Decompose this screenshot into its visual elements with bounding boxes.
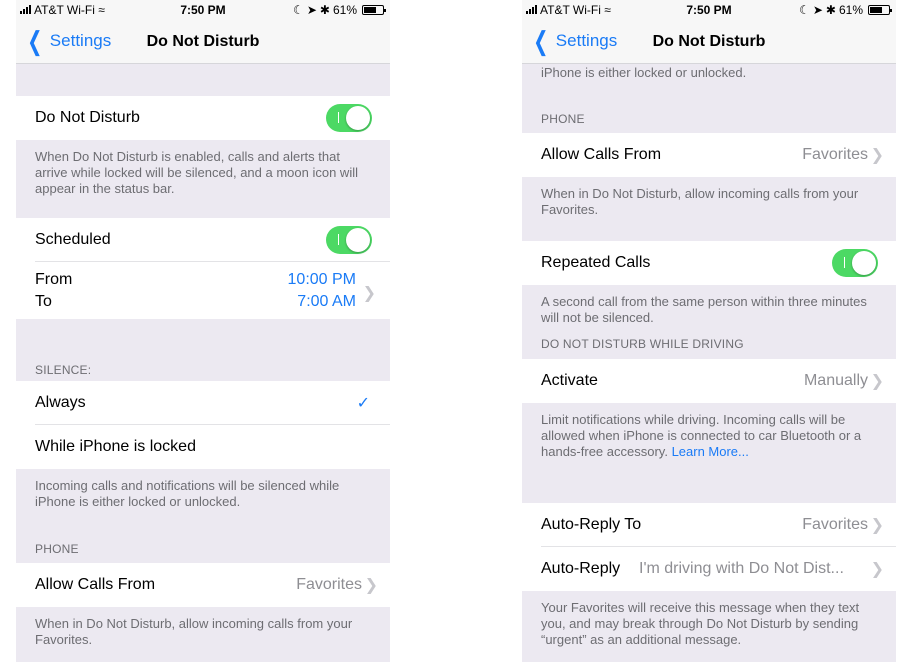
silence-header: SILENCE: — [16, 319, 390, 381]
allow-calls-footer: When in Do Not Disturb, allow incoming c… — [16, 607, 390, 662]
toggle-knob — [346, 228, 370, 252]
section-spacer — [16, 65, 390, 96]
status-right: ☾ ➤ ✱ 61% — [799, 3, 892, 17]
to-label: To — [35, 293, 52, 310]
location-icon: ➤ — [812, 3, 823, 17]
learn-more-link[interactable]: Learn More... — [672, 444, 749, 459]
battery-icon — [868, 5, 892, 15]
navigation-bar: ❮ Settings Do Not Disturb — [16, 20, 390, 64]
settings-list[interactable]: iPhone is either locked or unlocked. PHO… — [522, 65, 896, 662]
repeated-calls-row: Repeated Calls — [522, 241, 896, 285]
settings-list[interactable]: Do Not Disturb When Do Not Disturb is en… — [16, 65, 390, 662]
status-bar: AT&T Wi-Fi ≈ 7:50 PM ☾ ➤ ✱ 61% — [16, 0, 390, 20]
battery-percent: 61% — [332, 3, 357, 17]
toggle-knob — [852, 251, 876, 275]
silence-option-label: Always — [35, 394, 86, 411]
to-value: 7:00 AM — [297, 293, 356, 310]
page-title: Do Not Disturb — [652, 33, 766, 50]
auto-reply-message: I'm driving with Do Not Dist... — [639, 560, 844, 577]
allow-calls-from-label: Allow Calls From — [35, 576, 156, 593]
from-label: From — [35, 271, 73, 288]
status-right: ☾ ➤ ✱ 61% — [293, 3, 386, 17]
auto-reply-label: Auto-Reply — [541, 560, 621, 577]
status-bar: AT&T Wi-Fi ≈ 7:50 PM ☾ ➤ ✱ 61% — [522, 0, 896, 20]
do-not-disturb-footer: When Do Not Disturb is enabled, calls an… — [16, 140, 390, 218]
auto-reply-row[interactable]: Auto-Reply I'm driving with Do Not Dist.… — [522, 547, 896, 591]
silence-option-always[interactable]: Always ✓ — [16, 381, 390, 425]
chevron-right-icon: ❯ — [870, 373, 884, 390]
scheduled-row: Scheduled — [16, 218, 390, 262]
toggle-on-mark — [844, 257, 845, 268]
battery-percent: 61% — [838, 3, 863, 17]
allow-calls-from-row[interactable]: Allow Calls From Favorites ❯ — [16, 563, 390, 607]
from-value: 10:00 PM — [287, 271, 356, 288]
driving-footer: Limit notifications while driving. Incom… — [522, 403, 896, 503]
allow-calls-from-row[interactable]: Allow Calls From Favorites ❯ — [522, 133, 896, 177]
schedule-time-row[interactable]: From To 10:00 PM 7:00 AM ❯ — [16, 262, 390, 319]
checkmark-icon: ✓ — [356, 395, 370, 412]
chevron-right-icon: ❯ — [364, 577, 378, 594]
battery-icon — [362, 5, 386, 15]
silence-option-locked[interactable]: While iPhone is locked — [16, 425, 390, 469]
do-not-disturb-toggle[interactable] — [326, 104, 372, 132]
bluetooth-icon: ✱ — [825, 3, 836, 17]
do-not-disturb-label: Do Not Disturb — [35, 109, 140, 126]
repeated-calls-toggle[interactable] — [832, 249, 878, 277]
activate-label: Activate — [541, 372, 598, 389]
allow-calls-from-label: Allow Calls From — [541, 146, 662, 163]
allow-calls-footer: When in Do Not Disturb, allow incoming c… — [522, 177, 896, 241]
repeated-calls-label: Repeated Calls — [541, 254, 651, 271]
location-icon: ➤ — [306, 3, 317, 17]
right-screen: AT&T Wi-Fi ≈ 7:50 PM ☾ ➤ ✱ 61% ❮ Setting… — [522, 0, 896, 662]
moon-icon: ☾ — [293, 3, 304, 17]
bluetooth-icon: ✱ — [319, 3, 330, 17]
auto-reply-to-row[interactable]: Auto-Reply To Favorites ❯ — [522, 503, 896, 547]
moon-icon: ☾ — [799, 3, 810, 17]
navigation-bar: ❮ Settings Do Not Disturb — [522, 20, 896, 64]
phone-header: PHONE — [16, 529, 390, 563]
chevron-right-icon: ❯ — [870, 147, 884, 164]
auto-reply-to-label: Auto-Reply To — [541, 516, 642, 533]
silence-option-label: While iPhone is locked — [35, 438, 196, 455]
scheduled-label: Scheduled — [35, 231, 111, 248]
allow-calls-from-value: Favorites — [296, 576, 362, 593]
left-screen: AT&T Wi-Fi ≈ 7:50 PM ☾ ➤ ✱ 61% ❮ Setting… — [16, 0, 390, 662]
toggle-knob — [346, 106, 370, 130]
toggle-on-mark — [338, 234, 339, 245]
toggle-on-mark — [338, 112, 339, 123]
silence-footer: Incoming calls and notifications will be… — [16, 469, 390, 529]
chevron-right-icon: ❯ — [870, 561, 884, 578]
activate-value: Manually — [803, 372, 868, 389]
repeated-calls-footer: A second call from the same person withi… — [522, 285, 896, 333]
auto-reply-footer: Your Favorites will receive this message… — [522, 591, 896, 661]
do-not-disturb-row: Do Not Disturb — [16, 96, 390, 140]
chevron-right-icon: ❯ — [362, 285, 376, 302]
activate-row[interactable]: Activate Manually ❯ — [522, 359, 896, 403]
page-title: Do Not Disturb — [146, 33, 260, 50]
allow-calls-from-value: Favorites — [802, 146, 868, 163]
silence-footer-fragment: iPhone is either locked or unlocked. — [522, 65, 896, 90]
scheduled-toggle[interactable] — [326, 226, 372, 254]
auto-reply-to-value: Favorites — [802, 516, 868, 533]
chevron-right-icon: ❯ — [870, 517, 884, 534]
driving-header: DO NOT DISTURB WHILE DRIVING — [522, 333, 896, 359]
phone-header: PHONE — [522, 90, 896, 133]
